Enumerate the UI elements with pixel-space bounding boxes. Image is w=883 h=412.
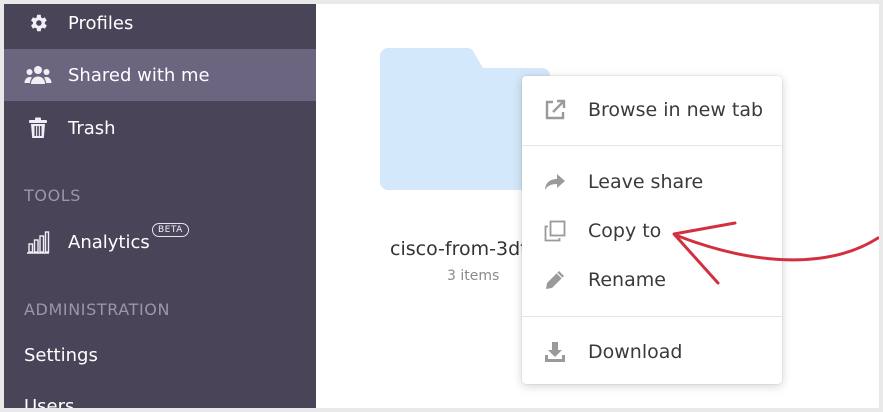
beta-badge: BETA bbox=[152, 223, 189, 237]
sidebar-item-settings[interactable]: Settings bbox=[24, 345, 98, 366]
sidebar-item-users[interactable]: Users bbox=[24, 396, 74, 408]
menu-item-label: Leave share bbox=[588, 171, 704, 193]
menu-item-label: Copy to bbox=[588, 220, 662, 242]
menu-divider bbox=[522, 145, 782, 146]
trash-icon bbox=[24, 117, 52, 139]
folder-item-count: 3 items bbox=[447, 268, 500, 284]
sidebar-item-shared-with-me[interactable]: Shared with me bbox=[4, 49, 316, 101]
menu-item-leave-share[interactable]: Leave share bbox=[522, 162, 782, 202]
section-title-tools: TOOLS bbox=[24, 186, 82, 205]
menu-item-rename[interactable]: Rename bbox=[522, 260, 782, 300]
sidebar-item-label: Analytics bbox=[68, 231, 150, 253]
menu-item-label: Browse in new tab bbox=[588, 99, 764, 121]
sidebar-item-trash[interactable]: Trash bbox=[4, 102, 316, 154]
sidebar: Profiles Shared with me Trash TOOLS Anal… bbox=[4, 4, 316, 408]
sidebar-item-label: Profiles bbox=[68, 12, 134, 34]
share-arrow-icon bbox=[542, 173, 568, 191]
menu-item-browse-in-new-tab[interactable]: Browse in new tab bbox=[522, 90, 782, 130]
download-icon bbox=[542, 341, 568, 363]
menu-item-copy-to[interactable]: Copy to bbox=[522, 211, 782, 251]
menu-item-label: Download bbox=[588, 341, 683, 363]
external-link-icon bbox=[542, 99, 568, 121]
menu-item-label: Rename bbox=[588, 269, 666, 291]
menu-divider bbox=[522, 316, 782, 317]
section-title-administration: ADMINISTRATION bbox=[24, 300, 171, 319]
users-icon bbox=[24, 64, 52, 86]
copy-icon bbox=[542, 220, 568, 242]
context-menu: Browse in new tab Leave share Copy to Re… bbox=[522, 76, 782, 384]
gear-icon bbox=[24, 12, 52, 34]
pencil-icon bbox=[542, 269, 568, 291]
app-window: Profiles Shared with me Trash TOOLS Anal… bbox=[4, 4, 879, 408]
bar-chart-icon bbox=[24, 230, 52, 254]
sidebar-item-label: Shared with me bbox=[68, 64, 210, 86]
folder-name[interactable]: cisco-from-3dt bbox=[390, 238, 540, 260]
menu-item-download[interactable]: Download bbox=[522, 332, 782, 372]
sidebar-item-profiles[interactable]: Profiles bbox=[4, 4, 316, 49]
sidebar-item-label: Trash bbox=[68, 117, 116, 139]
